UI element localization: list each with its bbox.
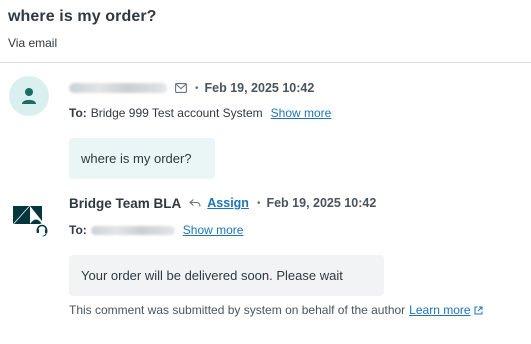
external-link-icon[interactable]	[474, 306, 483, 315]
agent-name[interactable]: Bridge Team BLA	[69, 196, 181, 211]
customer-avatar[interactable]	[9, 76, 49, 116]
assign-link[interactable]: Assign	[207, 196, 249, 210]
ticket-channel: Via email	[8, 36, 58, 50]
ticket-header: where is my order? Via email	[0, 0, 531, 63]
customer-name-redacted[interactable]	[69, 83, 167, 93]
to-label: To:	[69, 223, 87, 237]
ticket-subject: where is my order?	[8, 8, 157, 25]
message-2-body: Your order will be delivered soon. Pleas…	[69, 255, 384, 296]
learn-more-link[interactable]: Learn more	[409, 303, 470, 317]
to-label: To:	[69, 106, 87, 120]
system-note: This comment was submitted by system on …	[69, 303, 483, 317]
user-icon	[22, 88, 36, 104]
separator-dot: •	[195, 82, 199, 94]
envelope-icon	[175, 83, 187, 93]
show-more-link[interactable]: Show more	[183, 223, 244, 237]
message-2-recipients: To: Show more	[69, 222, 243, 238]
recipient-redacted	[90, 225, 175, 235]
reply-icon	[189, 199, 201, 207]
message-2-timestamp[interactable]: Feb 19, 2025 10:42	[266, 196, 376, 210]
message-1-timestamp[interactable]: Feb 19, 2025 10:42	[205, 81, 315, 95]
separator-dot: •	[256, 197, 261, 209]
message-2-header: Bridge Team BLA Assign • Feb 19, 2025 10…	[69, 194, 376, 212]
zendesk-logo-icon[interactable]	[10, 197, 52, 239]
show-more-link[interactable]: Show more	[271, 106, 332, 120]
message-1-recipients: To: Bridge 999 Test account System Show …	[69, 105, 331, 121]
recipient-value: Bridge 999 Test account System	[90, 106, 263, 120]
message-1-header: • Feb 19, 2025 10:42	[69, 79, 314, 97]
system-note-text: This comment was submitted by system on …	[69, 303, 406, 317]
message-1-body: where is my order?	[69, 138, 215, 179]
